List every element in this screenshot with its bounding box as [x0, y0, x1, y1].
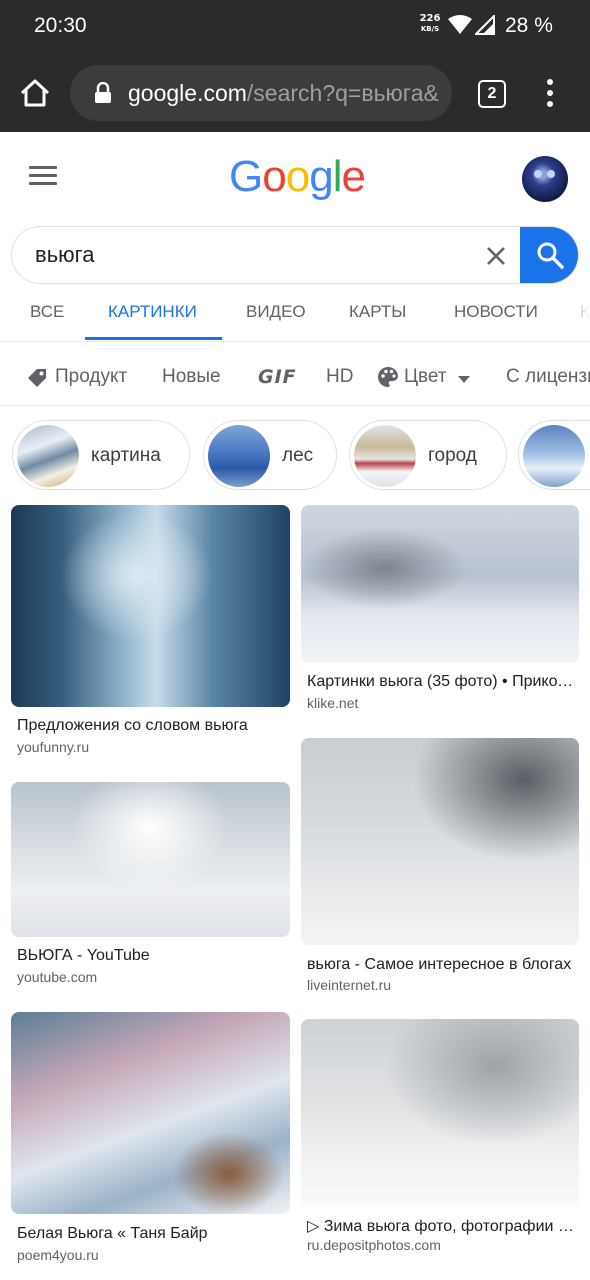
- dot-icon: [547, 90, 553, 96]
- filter-new[interactable]: Новые: [162, 366, 221, 388]
- image-filters: Продукт Новые GIF HD Цвет С лицензией: [0, 348, 590, 406]
- url-path: /search?q=вьюга&: [246, 80, 439, 106]
- tab-video[interactable]: ВИДЕО: [246, 302, 306, 322]
- tab-all[interactable]: ВСЕ: [30, 302, 64, 322]
- active-tab-indicator: [85, 337, 222, 340]
- tab-switcher-button[interactable]: 2: [478, 80, 506, 108]
- result-caption[interactable]: ▷ Зима вьюга фото, фотографии и картинки: [307, 1216, 579, 1236]
- home-icon[interactable]: [18, 78, 52, 108]
- result-caption[interactable]: Предложения со словом вьюга: [17, 717, 289, 735]
- chip-thumbnail: [354, 425, 416, 487]
- logo-letter: G: [229, 152, 263, 201]
- tab-images[interactable]: КАРТИНКИ: [108, 302, 197, 322]
- filter-hd[interactable]: HD: [326, 366, 353, 388]
- result-caption[interactable]: вьюга - Самое интересное в блогах: [307, 956, 579, 974]
- palette-icon: [378, 367, 398, 387]
- filter-license[interactable]: С лицензией: [506, 366, 590, 388]
- url-host: google.com: [128, 80, 247, 106]
- dot-icon: [547, 79, 553, 85]
- search-button[interactable]: [520, 227, 578, 283]
- result-image[interactable]: [11, 505, 290, 707]
- logo-letter: o: [285, 152, 311, 201]
- network-speed-value: 226: [419, 13, 441, 24]
- avatar-eye: [547, 170, 555, 178]
- result-image[interactable]: [301, 505, 579, 663]
- tag-icon: [28, 369, 46, 387]
- result-source: youtube.com: [17, 969, 98, 985]
- result-source: youfunny.ru: [17, 739, 90, 755]
- search-icon: [537, 242, 564, 269]
- chip-label: лес: [282, 445, 314, 466]
- result-image[interactable]: [11, 1012, 290, 1214]
- result-source: ru.depositphotos.com: [307, 1237, 441, 1253]
- browser-menu-button[interactable]: [540, 79, 560, 109]
- filter-gif[interactable]: GIF: [258, 366, 297, 388]
- chip-thumbnail: [17, 425, 79, 487]
- hamburger-menu-icon[interactable]: [29, 166, 57, 186]
- chip-label: картина: [91, 445, 161, 466]
- clear-icon[interactable]: [484, 244, 508, 268]
- result-source: klike.net: [307, 695, 359, 711]
- avatar-eye: [534, 170, 542, 178]
- chip-city[interactable]: город: [349, 420, 507, 490]
- battery-level: 28 %: [505, 14, 553, 37]
- tab-maps[interactable]: КАРТЫ: [349, 302, 406, 322]
- logo-letter: g: [309, 152, 334, 201]
- google-logo[interactable]: Google: [229, 152, 366, 202]
- dot-icon: [547, 101, 553, 107]
- chip-more[interactable]: [518, 420, 590, 490]
- wifi-icon: [448, 15, 472, 34]
- chip-label: город: [428, 445, 477, 466]
- result-caption[interactable]: Белая Вьюга « Таня Байр: [17, 1225, 289, 1243]
- signal-icon: [475, 15, 495, 35]
- logo-letter: e: [341, 152, 366, 201]
- result-image[interactable]: [11, 782, 290, 937]
- result-image[interactable]: [301, 1019, 579, 1207]
- account-avatar[interactable]: [522, 156, 568, 202]
- status-time: 20:30: [34, 14, 87, 37]
- related-search-chips: картина лес город: [0, 418, 590, 492]
- result-source: poem4you.ru: [17, 1247, 99, 1263]
- result-source: liveinternet.ru: [307, 977, 392, 993]
- network-speed: 226 KB/S: [418, 14, 442, 34]
- url-text: google.com/search?q=вьюга&: [128, 80, 439, 107]
- tabs-fade: [560, 292, 590, 341]
- filter-product[interactable]: Продукт: [55, 366, 127, 388]
- search-box[interactable]: вьюга: [11, 226, 579, 284]
- address-bar[interactable]: google.com/search?q=вьюга&: [70, 65, 452, 121]
- chip-forest[interactable]: лес: [203, 420, 337, 490]
- tab-news[interactable]: НОВОСТИ: [454, 302, 538, 322]
- logo-letter: o: [262, 152, 287, 201]
- filter-color[interactable]: Цвет: [404, 366, 447, 388]
- lock-icon: [95, 82, 111, 103]
- search-type-tabs: ВСЕ КАРТИНКИ ВИДЕО КАРТЫ НОВОСТИ К: [0, 292, 590, 342]
- search-input[interactable]: вьюга: [35, 242, 94, 268]
- dropdown-arrow-icon: [458, 376, 470, 383]
- chip-painting[interactable]: картина: [12, 420, 190, 490]
- network-speed-unit: KB/S: [420, 25, 440, 33]
- browser-toolbar: google.com/search?q=вьюга& 2: [0, 52, 590, 132]
- chip-thumbnail: [208, 425, 270, 487]
- result-image[interactable]: [301, 738, 579, 945]
- result-caption[interactable]: Картинки вьюга (35 фото) • Прикольные ка…: [307, 673, 579, 691]
- result-caption[interactable]: ВЬЮГА - YouTube: [17, 947, 289, 965]
- chip-thumbnail: [523, 425, 585, 487]
- status-bar: 20:30 226 KB/S 28 %: [0, 0, 590, 52]
